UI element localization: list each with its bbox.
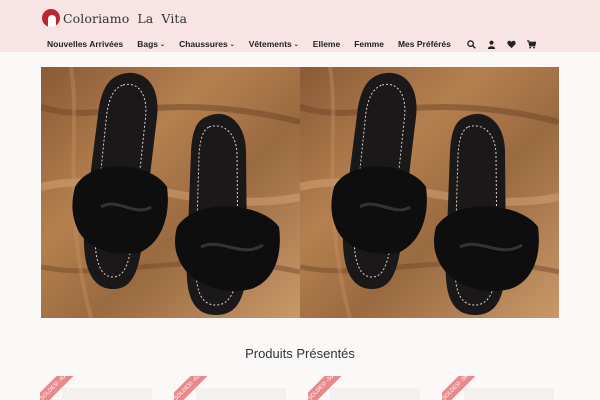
hero-image <box>41 67 300 318</box>
section-title: Produits Présentés <box>245 346 355 361</box>
nav-item-femme[interactable]: Femme <box>354 39 384 49</box>
nav-item-label: Elleme <box>312 39 341 49</box>
cart-icon[interactable] <box>525 37 539 51</box>
nav-item-vetements[interactable]: Vêtements ⌄ <box>249 39 299 49</box>
product-card[interactable]: SOLDES! -42% <box>174 376 290 400</box>
logo-mark-icon <box>42 9 60 27</box>
nav-item-label: Femme <box>354 39 384 49</box>
product-image <box>62 388 152 400</box>
site-header: Coloriamo La Vita Nouvelles Arrivées Bag… <box>0 0 600 52</box>
nav-item-label: Nouvelles Arrivées <box>47 39 124 49</box>
user-icon[interactable] <box>485 37 499 51</box>
nav-item-mes-preferes[interactable]: Mes Préférés <box>398 39 451 49</box>
product-card[interactable]: SOLDES! -50% <box>308 376 424 400</box>
heart-icon[interactable] <box>505 37 519 51</box>
main-nav: Nouvelles Arrivées Bags ⌄ Chaussures ⌄ V… <box>47 37 545 51</box>
chevron-down-icon: ⌄ <box>160 41 166 48</box>
hero-image <box>300 67 559 318</box>
nav-item-elleme[interactable]: Elleme <box>313 39 340 49</box>
search-icon[interactable] <box>465 37 479 51</box>
product-image <box>464 388 554 400</box>
chevron-down-icon: ⌄ <box>293 41 299 48</box>
hero-banner[interactable] <box>41 67 559 318</box>
brand-logo[interactable]: Coloriamo La Vita <box>42 9 187 27</box>
nav-item-chaussures[interactable]: Chaussures ⌄ <box>179 39 235 49</box>
nav-item-nouvelles-arrivees[interactable]: Nouvelles Arrivées <box>47 39 123 49</box>
nav-item-label: Chaussures <box>179 39 228 49</box>
chevron-down-icon: ⌄ <box>229 41 235 48</box>
product-card[interactable]: SOLDES! -40% <box>40 376 156 400</box>
brand-name: Coloriamo La Vita <box>63 10 188 26</box>
nav-item-bags[interactable]: Bags ⌄ <box>137 39 165 49</box>
product-grid: SOLDES! -40% SOLDES! -42% SOLDES! -50% S… <box>40 376 560 400</box>
product-image <box>330 388 420 400</box>
nav-item-label: Bags <box>137 39 159 49</box>
product-image <box>196 388 286 400</box>
product-card[interactable]: SOLDES! -38% <box>442 376 558 400</box>
nav-item-label: Vêtements <box>248 39 292 49</box>
nav-item-label: Mes Préférés <box>397 39 451 49</box>
